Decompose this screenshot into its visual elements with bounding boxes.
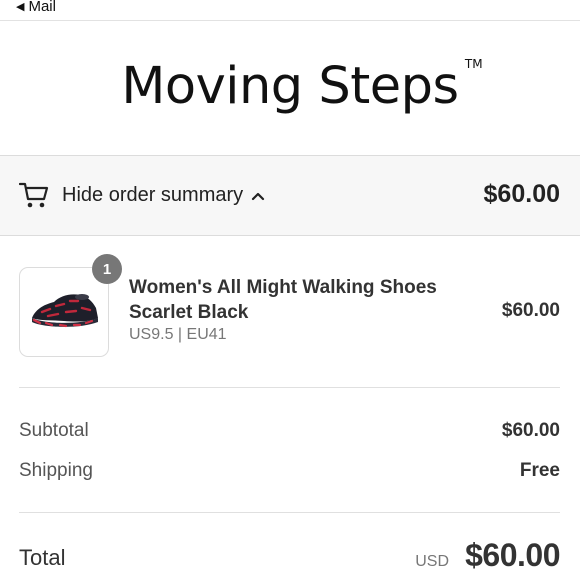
subtotal-value: $60.00 — [501, 420, 560, 441]
toggle-label: Hide order summary — [62, 184, 244, 206]
shoe-thumbnail — [32, 294, 98, 328]
trademark-mark: TM — [464, 56, 483, 71]
total-value: $60.00 — [465, 537, 560, 573]
product-variant: US9.5 | EU41 — [129, 326, 227, 343]
product-name: Women's All Might Walking Shoes Scarlet … — [129, 277, 437, 323]
divider — [19, 512, 560, 513]
currency-code: USD — [415, 553, 449, 570]
product-thumbnail — [19, 267, 109, 357]
product-line-item: 1 Women's All Might Walking Shoes Scarle… — [0, 237, 580, 387]
order-summary-toggle-bar[interactable]: Hide order summary $60.00 — [0, 155, 580, 236]
divider — [19, 387, 560, 388]
hide-order-summary-toggle[interactable]: Hide order summary — [62, 184, 265, 207]
cart-icon — [19, 182, 49, 208]
quantity-badge: 1 — [92, 254, 122, 284]
header: Moving Steps TM — [0, 21, 580, 155]
brand-logo[interactable]: Moving Steps TM — [121, 56, 482, 116]
shipping-value: Free — [519, 460, 560, 481]
status-bar: ◀ Mail — [0, 0, 580, 21]
total-label: Total — [19, 545, 66, 570]
back-to-mail-button[interactable]: ◀ Mail — [16, 0, 56, 15]
brand-name: Moving Steps — [121, 56, 459, 116]
shipping-label: Shipping — [19, 460, 93, 481]
summary-total: $60.00 — [483, 180, 560, 208]
chevron-up-icon — [252, 192, 265, 200]
product-price: $60.00 — [501, 300, 560, 321]
subtotal-label: Subtotal — [19, 420, 89, 441]
back-label: Mail — [28, 0, 56, 15]
back-triangle-icon: ◀ — [16, 1, 25, 13]
